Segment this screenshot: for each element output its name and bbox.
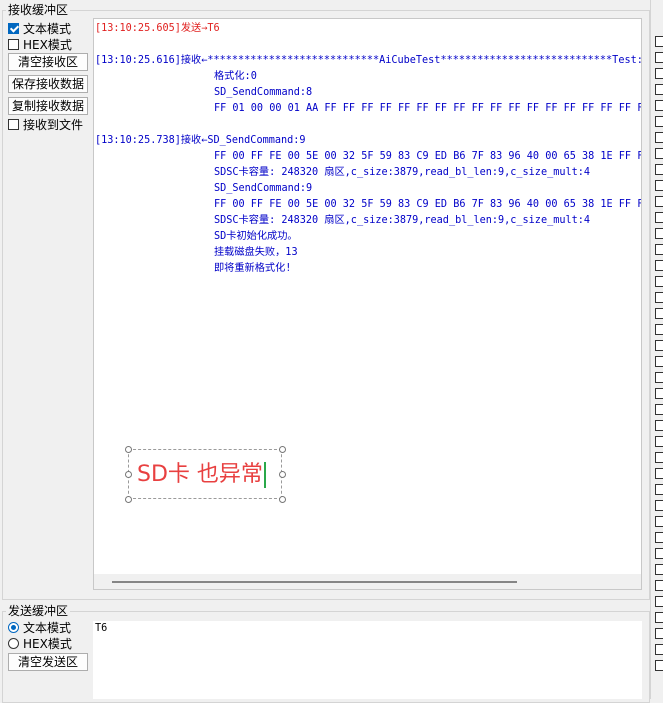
hex-mode-checkbox[interactable]: HEX模式: [8, 36, 72, 52]
receive-to-file-label: 接收到文件: [23, 117, 84, 132]
send-text-mode-label: 文本模式: [23, 620, 72, 635]
receive-line: FF 00 FF FE 00 5E 00 32 5F 59 83 C9 ED B…: [214, 199, 642, 210]
strip-checkbox[interactable]: [655, 212, 663, 223]
strip-checkbox[interactable]: [655, 628, 663, 639]
strip-checkbox[interactable]: [655, 644, 663, 655]
clear-send-button[interactable]: 清空发送区: [8, 653, 88, 671]
strip-checkbox[interactable]: [655, 436, 663, 447]
strip-checkbox[interactable]: [655, 612, 663, 623]
hex-mode-label: HEX模式: [23, 37, 72, 52]
scrollbar-thumb[interactable]: [112, 581, 517, 583]
strip-checkbox[interactable]: [655, 420, 663, 431]
send-text-area[interactable]: T6: [93, 621, 642, 699]
strip-checkbox[interactable]: [655, 180, 663, 191]
send-text-mode-radio[interactable]: 文本模式: [8, 619, 71, 635]
text-mode-checkbox[interactable]: 文本模式: [8, 20, 71, 36]
resize-handle-left[interactable]: [125, 471, 132, 478]
resize-handle-right[interactable]: [279, 471, 286, 478]
strip-checkbox[interactable]: [655, 388, 663, 399]
strip-checkbox[interactable]: [655, 116, 663, 127]
strip-checkbox[interactable]: [655, 484, 663, 495]
strip-checkbox[interactable]: [655, 148, 663, 159]
receive-line: [13:10:25.605]发送→T6: [95, 23, 220, 34]
receive-line: 格式化:0: [214, 71, 257, 82]
strip-checkbox[interactable]: [655, 164, 663, 175]
strip-checkbox[interactable]: [655, 500, 663, 511]
text-mode-check-box[interactable]: [8, 22, 19, 34]
receive-to-file-check-box[interactable]: [8, 118, 19, 130]
send-hex-mode-label: HEX模式: [23, 636, 72, 651]
strip-checkbox[interactable]: [655, 308, 663, 319]
text-caret: [263, 462, 266, 488]
strip-checkbox[interactable]: [655, 356, 663, 367]
strip-checkbox[interactable]: [655, 340, 663, 351]
receive-line: [13:10:25.616]接收←***********************…: [95, 55, 642, 66]
strip-checkbox[interactable]: [655, 100, 663, 111]
strip-checkbox[interactable]: [655, 196, 663, 207]
strip-checkbox[interactable]: [655, 660, 663, 671]
strip-checkbox[interactable]: [655, 564, 663, 575]
strip-checkbox[interactable]: [655, 52, 663, 63]
receive-line: 挂载磁盘失败，13: [214, 247, 298, 258]
text-mode-label: 文本模式: [23, 21, 72, 36]
strip-checkbox[interactable]: [655, 244, 663, 255]
strip-checkbox[interactable]: [655, 596, 663, 607]
receive-text-area[interactable]: [13:10:25.605]发送→T6 [13:10:25.616]接收←****…: [93, 18, 642, 590]
strip-checkbox[interactable]: [655, 404, 663, 415]
resize-handle-top-right[interactable]: [279, 446, 286, 453]
receive-line: SDSC卡容量: 248320 扇区,c_size:3879,read_bl_l…: [214, 215, 591, 226]
strip-checkbox[interactable]: [655, 68, 663, 79]
strip-checkbox[interactable]: [655, 84, 663, 95]
receive-line: SD_SendCommand:8: [214, 87, 313, 98]
receive-line: 即将重新格式化!: [214, 263, 292, 274]
receive-line: FF 00 FF FE 00 5E 00 32 5F 59 83 C9 ED B…: [214, 151, 642, 162]
strip-checkbox[interactable]: [655, 468, 663, 479]
receive-to-file-checkbox[interactable]: 接收到文件: [8, 116, 83, 132]
strip-checkbox[interactable]: [655, 324, 663, 335]
strip-checkbox[interactable]: [655, 548, 663, 559]
strip-checkbox[interactable]: [655, 452, 663, 463]
resize-handle-top-left[interactable]: [125, 446, 132, 453]
receive-line: [13:10:25.738]接收←SD_SendCommand:9: [95, 135, 306, 146]
strip-checkbox[interactable]: [655, 292, 663, 303]
send-hex-mode-radio-button[interactable]: [8, 637, 19, 649]
receive-line: SDSC卡容量: 248320 扇区,c_size:3879,read_bl_l…: [214, 167, 591, 178]
strip-checkbox[interactable]: [655, 260, 663, 271]
resize-handle-bottom-left[interactable]: [125, 496, 132, 503]
strip-checkbox[interactable]: [655, 228, 663, 239]
annotation-label: SD卡 也异常: [137, 462, 263, 487]
strip-checkbox[interactable]: [655, 580, 663, 591]
receive-buffer-title: 接收缓冲区: [6, 3, 71, 17]
hex-mode-check-box[interactable]: [8, 38, 19, 50]
resize-handle-bottom-right[interactable]: [279, 496, 286, 503]
send-text-mode-radio-button[interactable]: [8, 621, 19, 633]
send-hex-mode-radio[interactable]: HEX模式: [8, 635, 72, 651]
strip-checkbox[interactable]: [655, 36, 663, 47]
save-receive-data-button[interactable]: 保存接收数据: [8, 75, 88, 93]
strip-checkbox[interactable]: [655, 516, 663, 527]
horizontal-scrollbar[interactable]: [94, 574, 641, 589]
receive-line: SD卡初始化成功。: [214, 231, 298, 242]
send-content: T6: [95, 623, 108, 634]
panel-divider: [650, 0, 651, 699]
clear-receive-button[interactable]: 清空接收区: [8, 53, 88, 71]
copy-receive-data-button[interactable]: 复制接收数据: [8, 97, 88, 115]
strip-checkbox[interactable]: [655, 276, 663, 287]
strip-checkbox[interactable]: [655, 532, 663, 543]
receive-line: SD_SendCommand:9: [214, 183, 313, 194]
send-buffer-title: 发送缓冲区: [6, 604, 71, 618]
strip-checkbox[interactable]: [655, 132, 663, 143]
annotation-text[interactable]: SD卡 也异常: [137, 460, 266, 490]
strip-checkbox[interactable]: [655, 372, 663, 383]
receive-line: FF 01 00 00 01 AA FF FF FF FF FF FF FF F…: [214, 103, 642, 114]
